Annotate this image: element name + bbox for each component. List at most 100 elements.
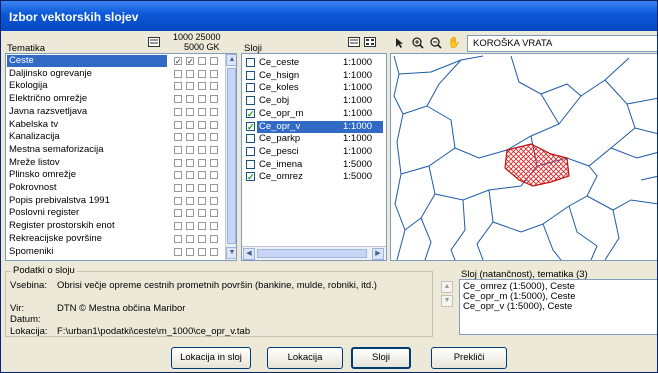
map-view[interactable] — [390, 53, 657, 261]
tematika-item[interactable]: Ekologija — [7, 80, 167, 92]
layer-item[interactable]: Ce_obj 1:1000 — [257, 95, 383, 107]
move-down-icon[interactable]: ▼ — [441, 295, 453, 307]
scale-checkbox[interactable] — [186, 234, 194, 243]
scale-checkbox[interactable] — [174, 171, 182, 180]
scale-checkbox[interactable] — [210, 57, 218, 65]
selected-layers-list[interactable]: Ce_omrez (1:5000), Ceste Ce_opr_m (1:500… — [459, 279, 657, 335]
scale-checkbox[interactable] — [210, 196, 218, 205]
list-view-icon[interactable] — [147, 37, 161, 49]
scale-checkbox[interactable] — [198, 69, 206, 78]
tematika-item[interactable]: Plinsko omrežje — [7, 169, 167, 181]
scale-checkbox[interactable] — [198, 234, 206, 243]
scale-checkbox[interactable] — [186, 133, 194, 142]
scale-checkbox[interactable] — [186, 184, 194, 192]
scale-checkbox[interactable] — [186, 171, 194, 180]
scale-checkbox[interactable] — [174, 158, 182, 167]
select-arrow-icon[interactable] — [393, 37, 407, 49]
layer-item[interactable]: Ce_parkp 1:1000 — [257, 133, 383, 145]
scroll-thumb[interactable] — [227, 68, 236, 244]
scale-checkbox[interactable] — [210, 234, 218, 243]
scale-checkbox[interactable] — [210, 133, 218, 142]
scale-checkbox[interactable] — [174, 222, 182, 231]
scale-checkbox[interactable] — [198, 222, 206, 231]
tematika-item[interactable]: Kabelska tv — [7, 119, 167, 131]
layer-item[interactable]: Ce_hsign 1:1000 — [257, 70, 383, 82]
scale-checkbox[interactable] — [198, 82, 206, 91]
scale-checkbox[interactable] — [198, 196, 206, 205]
scale-checkbox[interactable] — [198, 184, 206, 192]
scale-checkbox[interactable] — [198, 158, 206, 167]
scale-checkbox[interactable] — [174, 247, 182, 256]
scale-checkbox[interactable] — [174, 120, 182, 129]
scale-checkbox[interactable]: ✓ — [174, 57, 182, 66]
scale-checkbox[interactable] — [174, 95, 182, 104]
scale-checkbox[interactable] — [174, 82, 182, 91]
scale-checkbox[interactable]: ✓ — [186, 57, 194, 66]
scale-checkbox[interactable] — [174, 209, 182, 218]
tematika-item[interactable]: Pokrovnost — [7, 182, 167, 194]
scroll-right-icon[interactable]: ▶ — [372, 248, 384, 260]
layer-checkbox[interactable] — [246, 58, 255, 67]
tematika-item[interactable]: Ceste — [7, 55, 167, 67]
layer-checkbox[interactable] — [246, 159, 255, 169]
scale-checkbox[interactable] — [186, 196, 194, 205]
selected-layer-item[interactable]: Ce_opr_v (1:5000), Ceste — [461, 301, 572, 313]
layer-checkbox[interactable] — [246, 83, 255, 93]
scale-checkbox[interactable] — [186, 145, 194, 154]
scale-checkbox[interactable] — [186, 69, 194, 78]
scale-checkbox[interactable] — [198, 107, 206, 116]
layer-item[interactable]: Ce_pesci 1:1000 — [257, 146, 383, 158]
tematika-item[interactable]: Mestna semaforizacija — [7, 144, 167, 156]
scale-checkbox[interactable] — [210, 95, 218, 104]
tematika-item[interactable]: Daljinsko ogrevanje — [7, 68, 167, 80]
layer-checkbox[interactable] — [246, 134, 255, 144]
tematika-item[interactable]: Kanalizacija — [7, 131, 167, 143]
layer-checkbox[interactable] — [246, 146, 255, 156]
tematika-item[interactable]: Popis prebivalstva 1991 — [7, 195, 167, 207]
zoom-out-icon[interactable] — [429, 37, 443, 49]
scale-checkbox[interactable] — [186, 209, 194, 218]
location-and-layer-button[interactable]: Lokacija in sloj — [171, 347, 251, 369]
scale-checkbox[interactable] — [186, 95, 194, 104]
scale-checkbox[interactable] — [198, 57, 206, 65]
layer-item[interactable]: Ce_koles 1:1000 — [257, 82, 383, 94]
scale-checkbox[interactable] — [174, 69, 182, 78]
layer-item[interactable]: Ce_opr_m 1:1000 — [257, 108, 383, 120]
layer-checkbox[interactable] — [246, 70, 255, 80]
scale-checkbox[interactable] — [186, 247, 194, 256]
scale-checkbox[interactable] — [174, 184, 182, 192]
tematika-item[interactable]: Rekreacijske površine — [7, 233, 167, 245]
scale-checkbox[interactable] — [210, 82, 218, 91]
location-button[interactable]: Lokacija — [267, 347, 343, 369]
scale-checkbox[interactable] — [198, 133, 206, 142]
scale-checkbox[interactable] — [186, 107, 194, 116]
layer-item[interactable]: Ce_omrez 1:5000 — [257, 171, 383, 183]
scroll-left-icon[interactable]: ◀ — [243, 248, 255, 260]
zoom-in-icon[interactable] — [411, 37, 425, 49]
scale-checkbox[interactable] — [198, 95, 206, 104]
scale-checkbox[interactable] — [198, 171, 206, 180]
tematika-scrollbar[interactable]: ▲ ▼ — [225, 54, 236, 260]
scale-checkbox[interactable] — [210, 69, 218, 78]
sloji-list[interactable]: Ce_ceste 1:1000 Ce_hsign 1:1000 Ce_koles 1:10… — [241, 53, 387, 261]
scale-checkbox[interactable] — [210, 145, 218, 154]
layer-checkbox[interactable]: ✓ — [246, 108, 255, 118]
scroll-down-icon[interactable]: ▼ — [226, 247, 236, 259]
pan-hand-icon[interactable]: ✋ — [447, 37, 461, 49]
scale-checkbox[interactable] — [210, 120, 218, 129]
tematika-item[interactable]: Električno omrežje — [7, 93, 167, 105]
tematika-item[interactable]: Javna razsvetljava — [7, 106, 167, 118]
scale-checkbox[interactable] — [198, 247, 206, 256]
layer-item[interactable]: Ce_opr_v 1:1000 — [257, 120, 383, 133]
scroll-up-icon[interactable]: ▲ — [226, 54, 236, 66]
list-view-icon[interactable] — [347, 37, 361, 49]
scale-checkbox[interactable] — [186, 82, 194, 91]
tematika-item[interactable]: Mreže listov — [7, 157, 167, 169]
scale-checkbox[interactable] — [186, 222, 194, 231]
tematika-list[interactable]: Ceste ✓ ✓ Daljinsko ogrevanje Ekologija Elekt… — [5, 53, 237, 261]
layer-checkbox[interactable]: ✓ — [246, 121, 255, 131]
tematika-item[interactable]: Poslovni register — [7, 207, 167, 219]
selected-layers-spinner[interactable]: ▲ ▼ — [441, 281, 453, 331]
layers-button[interactable]: Sloji — [351, 347, 411, 369]
scale-checkbox[interactable] — [210, 247, 218, 256]
